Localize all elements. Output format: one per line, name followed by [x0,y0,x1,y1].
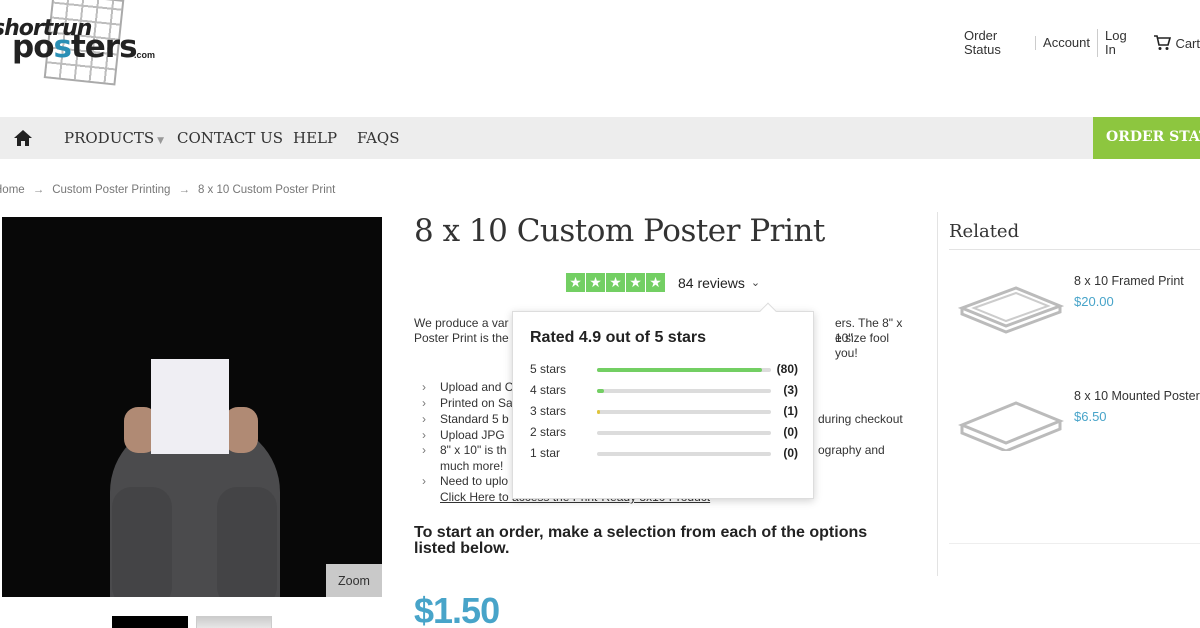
rating-row[interactable]: 4 stars (3) [530,383,800,399]
rating-row-count: (0) [783,425,798,439]
person-arm [217,487,277,597]
star-icon: ★ [586,273,605,292]
breadcrumb-separator: → [178,184,190,196]
home-icon[interactable] [12,128,34,148]
breadcrumb-separator: → [32,184,45,196]
nav-item-products[interactable]: PRODUCTS ▼ [64,129,164,147]
breadcrumb: Home → Custom Poster Printing → 8 x 10 C… [0,184,335,196]
related-item-name[interactable]: 8 x 10 Framed Print [1074,274,1184,288]
account-link[interactable]: Account [1035,36,1097,50]
rating-bar-fill [597,389,604,393]
related-divider [949,543,1200,544]
related-item-price: $6.50 [1074,409,1107,424]
product-image[interactable] [2,217,382,597]
breadcrumb-current: 8 x 10 Custom Poster Print [197,184,336,196]
top-links: Order Status Account Log In Cart [957,29,1200,57]
star-icon: ★ [646,273,665,292]
zoom-button[interactable]: Zoom [326,564,382,597]
star-icon: ★ [626,273,645,292]
star-icon: ★ [566,273,585,292]
cart-icon [1154,35,1172,50]
product-price: $1.50 [414,590,500,628]
rating-row-count: (0) [783,446,798,460]
rating-row-count: (3) [783,383,798,397]
nav-item-contact-us[interactable]: CONTACT US [177,129,283,147]
site-logo[interactable]: shortrun posters .com [0,0,162,91]
rating-bar [597,368,771,372]
product-title: 8 x 10 Custom Poster Print [414,213,825,249]
rating-bar [597,431,771,435]
rating-bar-fill [597,368,763,372]
mounted-poster-icon [958,401,1064,451]
related-item-price: $20.00 [1074,294,1114,309]
thumbnail-1[interactable] [112,616,188,628]
rating-row-label: 3 stars [530,404,567,418]
column-divider [937,212,938,576]
cart-label: Cart [1175,35,1200,51]
nav-item-help[interactable]: HELP [293,129,337,147]
order-status-link[interactable]: Order Status [957,29,1035,57]
start-order-heading: To start an order, make a selection from… [414,524,868,557]
related-item-name[interactable]: 8 x 10 Mounted Poster [1074,389,1200,403]
rating-row[interactable]: 3 stars (1) [530,404,800,420]
logo-text-line2: posters [12,29,138,65]
framed-print-icon [958,286,1064,334]
related-divider [949,249,1200,250]
rating-row[interactable]: 1 star (0) [530,446,800,462]
rating-summary: Rated 4.9 out of 5 stars [530,329,707,346]
chevron-down-icon: ▼ [157,136,165,146]
nav-item-faqs[interactable]: FAQS [357,129,400,147]
rating-row[interactable]: 2 stars (0) [530,425,800,441]
rating-popup: Rated 4.9 out of 5 stars 5 stars (80) 4 st… [512,302,814,499]
reviews-count[interactable]: 84 reviews [678,275,745,291]
rating-row-label: 5 stars [530,362,567,376]
thumbnail-2[interactable] [196,616,272,628]
rating-bar [597,452,771,456]
rating-row[interactable]: 5 stars (80) [530,362,800,378]
breadcrumb-home[interactable]: Home [0,184,25,196]
login-link[interactable]: Log In [1097,29,1143,57]
chevron-down-icon[interactable]: ⌄ [751,276,760,289]
logo-suffix: .com [134,50,156,60]
blank-poster-sheet [151,359,229,454]
cart-link[interactable]: Cart [1143,35,1200,51]
breadcrumb-category[interactable]: Custom Poster Printing [52,184,170,196]
thumbnail-strip [112,616,272,628]
popup-arrow [759,302,777,320]
rating-bar-fill [597,410,601,414]
order-status-button[interactable]: ORDER STATUS [1093,117,1200,159]
related-heading: Related [949,221,1020,242]
rating-row-label: 4 stars [530,383,567,397]
trustpilot-rating[interactable]: ★ ★ ★ ★ ★ 84 reviews ⌄ [566,273,760,292]
person-arm [112,487,172,597]
person-hand [224,407,258,453]
rating-row-count: (1) [783,404,798,418]
rating-row-count: (80) [776,362,798,376]
rating-bar [597,389,771,393]
star-icon: ★ [606,273,625,292]
main-nav: PRODUCTS ▼ CONTACT US HELP FAQS ORDER STA… [0,117,1200,159]
rating-row-label: 1 star [530,446,561,460]
rating-row-label: 2 stars [530,425,567,439]
rating-bar [597,410,771,414]
